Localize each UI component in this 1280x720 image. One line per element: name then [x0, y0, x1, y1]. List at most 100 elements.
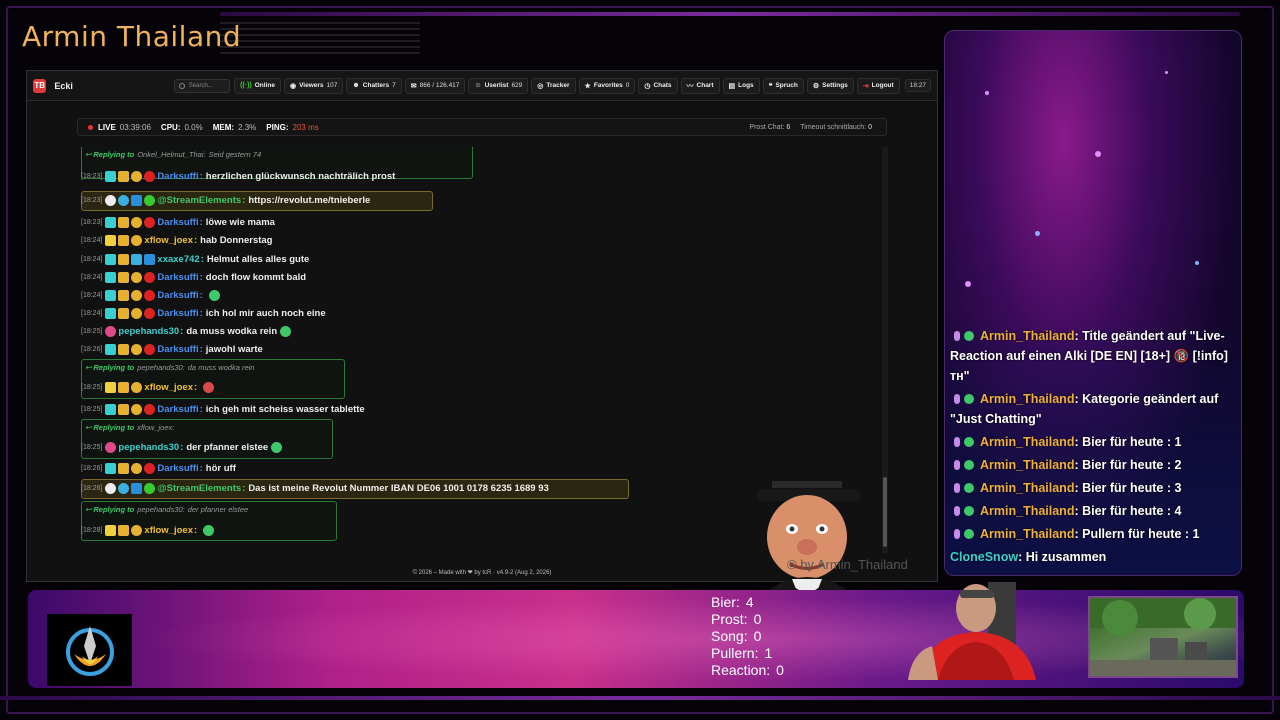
message-username[interactable]: xflow_joex [144, 235, 193, 246]
chat-badge-icon[interactable] [105, 253, 117, 265]
chat-badge-icon[interactable] [118, 271, 130, 283]
viewers-button[interactable]: ◉ Viewers 107 [283, 77, 344, 94]
chat-badge-icon[interactable] [118, 253, 130, 265]
logout-button[interactable]: ⇥ Logout [856, 77, 900, 94]
message-username[interactable]: Darksuffi [157, 308, 198, 319]
chat-badge-icon[interactable] [105, 289, 117, 301]
spruch-button[interactable]: ❝ Spruch [762, 77, 804, 94]
chat-badge-icon[interactable] [131, 194, 143, 206]
chats-button[interactable]: ◷ Chats [638, 77, 678, 94]
emote-icon[interactable] [203, 381, 215, 393]
emote-icon[interactable] [280, 325, 292, 337]
chat-badge-icon[interactable] [144, 271, 156, 283]
logs-button[interactable]: ▤ Logs [722, 77, 760, 94]
chat-badge-icon[interactable] [105, 194, 117, 206]
chat-badge-icon[interactable] [105, 307, 117, 319]
chat-badge-icon[interactable] [118, 381, 130, 393]
userlist-button[interactable]: ☺ Userlist 629 [468, 77, 529, 94]
message-timestamp: [18:26] [81, 345, 103, 353]
emote-icon[interactable] [203, 524, 215, 536]
message-username[interactable]: Darksuffi [157, 272, 198, 283]
chat-badge-icon[interactable] [105, 482, 117, 494]
chat-badge-icon[interactable] [131, 307, 143, 319]
chat-badge-icon[interactable] [144, 170, 156, 182]
chat-badge-icon[interactable] [105, 381, 117, 393]
chat-badge-icon[interactable] [131, 234, 143, 246]
chat-badge-icon[interactable] [118, 289, 130, 301]
emote-icon[interactable] [271, 441, 283, 453]
chat-badge-icon[interactable] [118, 482, 130, 494]
message-username[interactable]: pepehands30 [118, 326, 179, 337]
message-username[interactable]: xxaxe742 [157, 254, 199, 265]
favorites-button[interactable]: ★ Favorites 0 [578, 77, 636, 94]
chat-badge-icon[interactable] [131, 462, 143, 474]
message-username[interactable]: xflow_joex [144, 382, 193, 393]
message-username[interactable]: Darksuffi [157, 404, 198, 415]
chat-badge-icon[interactable] [144, 343, 156, 355]
chat-badge-icon[interactable] [131, 482, 143, 494]
chat-badge-icon[interactable] [144, 403, 156, 415]
verified-icon [964, 437, 974, 447]
chat-badge-icon[interactable] [131, 524, 143, 536]
chat-badge-icon[interactable] [144, 462, 156, 474]
chat-badge-icon[interactable] [131, 343, 143, 355]
chart-button[interactable]: 〰 Chart [680, 77, 720, 94]
chat-badge-icon[interactable] [118, 194, 130, 206]
chat-badge-icon[interactable] [105, 325, 117, 337]
chat-badge-icon[interactable] [131, 170, 143, 182]
chat-badge-icon[interactable] [118, 403, 130, 415]
message-username[interactable]: xflow_joex [144, 525, 193, 536]
chat-badge-icon[interactable] [131, 381, 143, 393]
chat-badge-icon[interactable] [105, 441, 117, 453]
message-separator: : [199, 462, 203, 474]
chat-badge-icon[interactable] [105, 271, 117, 283]
chat-badge-icon[interactable] [105, 216, 117, 228]
chat-badge-icon[interactable] [131, 289, 143, 301]
chat-badge-icon[interactable] [118, 307, 130, 319]
message-username[interactable]: @StreamElements [157, 483, 241, 494]
chat-badge-icon[interactable] [131, 253, 143, 265]
chat-badge-icon[interactable] [105, 234, 117, 246]
reply-reference[interactable]: ↩ Replying to Onkel_Helmut_Thai: Seid gest… [85, 150, 261, 159]
chat-badge-icon[interactable] [131, 271, 143, 283]
message-username[interactable]: Darksuffi [157, 344, 198, 355]
message-username[interactable]: pepehands30 [118, 442, 179, 453]
feed-text: : Bier für heute : 2 [1074, 458, 1182, 472]
emote-icon[interactable] [208, 289, 220, 301]
message-username[interactable]: Darksuffi [157, 290, 198, 301]
message-username[interactable]: Darksuffi [157, 217, 198, 228]
chat-badge-icon[interactable] [105, 170, 117, 182]
tracker-button[interactable]: ◎ Tracker [531, 77, 576, 94]
chat-badge-icon[interactable] [118, 216, 130, 228]
chat-badge-icon[interactable] [144, 194, 156, 206]
chat-badge-icon[interactable] [144, 253, 156, 265]
chat-badge-icon[interactable] [118, 234, 130, 246]
chat-badge-icon[interactable] [144, 216, 156, 228]
chat-badge-icon[interactable] [105, 343, 117, 355]
chatters-button[interactable]: ☻ Chatters 7 [346, 77, 402, 94]
chat-badge-icon[interactable] [144, 482, 156, 494]
chat-badge-icon[interactable] [131, 216, 143, 228]
chat-badge-icon[interactable] [131, 403, 143, 415]
reply-reference[interactable]: ↩ Replying to pepehands30: da muss wodka r… [85, 363, 254, 372]
search-input[interactable]: Search... [173, 78, 231, 93]
brand-logo[interactable]: TB [33, 78, 47, 93]
messages-button[interactable]: ✉ 866 / 126.417 [404, 77, 466, 94]
chat-badge-icon[interactable] [105, 403, 117, 415]
chat-badge-icon[interactable] [144, 307, 156, 319]
online-button[interactable]: ((·)) Online [234, 77, 281, 94]
chat-badge-icon[interactable] [105, 462, 117, 474]
message-username[interactable]: Darksuffi [157, 171, 198, 182]
chat-badge-icon[interactable] [118, 462, 130, 474]
settings-button[interactable]: ⚙ Settings [806, 77, 854, 94]
chat-badge-icon[interactable] [105, 524, 117, 536]
message-username[interactable]: Darksuffi [157, 463, 198, 474]
message-username[interactable]: @StreamElements [157, 195, 241, 206]
chat-badge-icon[interactable] [118, 524, 130, 536]
chat-badge-icon[interactable] [144, 289, 156, 301]
brand-name[interactable]: Ecki [54, 81, 173, 91]
chat-badge-icon[interactable] [118, 343, 130, 355]
reply-reference[interactable]: ↩ Replying to xflow_joex: [85, 423, 177, 432]
reply-reference[interactable]: ↩ Replying to pepehands30: der pfanner els… [85, 505, 248, 514]
chat-badge-icon[interactable] [118, 170, 130, 182]
